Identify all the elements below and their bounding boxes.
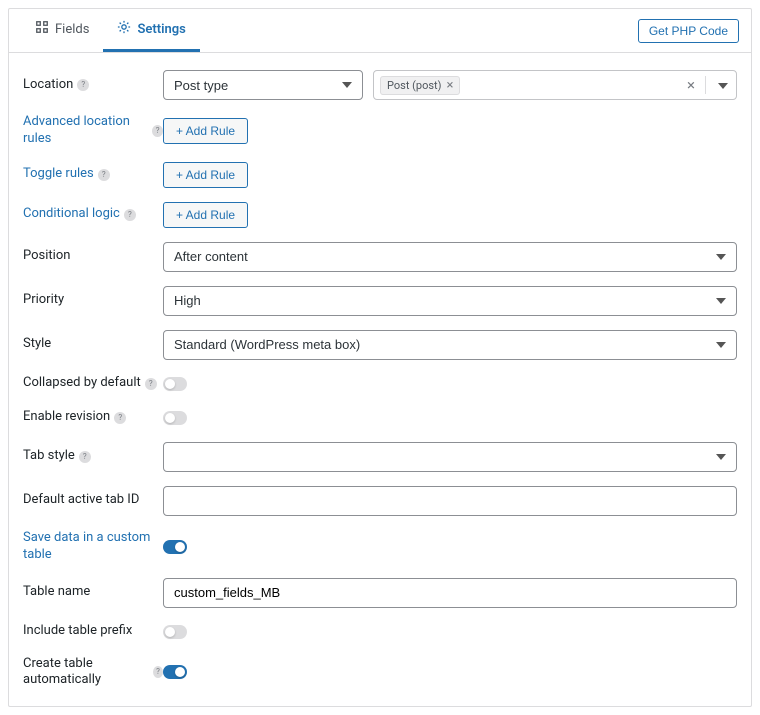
position-label: Position [23,248,163,265]
toggle-rules-link[interactable]: Toggle rules? [23,166,163,183]
help-icon[interactable]: ? [124,209,136,221]
style-select[interactable]: Standard (WordPress meta box) [163,330,737,360]
add-rule-button[interactable]: + Add Rule [163,202,248,228]
tab-style-label: Tab style? [23,448,163,465]
save-custom-toggle[interactable] [163,540,187,554]
tab-fields[interactable]: Fields [21,9,103,52]
add-rule-button[interactable]: + Add Rule [163,118,248,144]
location-label: Location? [23,77,163,94]
location-tagbox[interactable]: Post (post)× × [373,70,737,100]
tab-bar: Fields Settings Get PHP Code [9,9,751,53]
table-name-label: Table name [23,584,163,601]
default-tab-input[interactable] [163,486,737,516]
gear-icon [117,20,131,38]
table-name-input[interactable] [163,578,737,608]
default-tab-label: Default active tab ID [23,492,163,509]
save-custom-table-link[interactable]: Save data in a custom table [23,530,163,564]
tab-label: Settings [137,22,185,37]
add-rule-button[interactable]: + Add Rule [163,162,248,188]
advanced-location-rules-link[interactable]: Advanced location rules? [23,114,163,148]
collapsed-label: Collapsed by default? [23,375,163,392]
location-select[interactable]: Post type [163,70,363,100]
clear-icon[interactable]: × [687,76,695,94]
include-prefix-label: Include table prefix [23,623,163,640]
tab-label: Fields [55,22,89,37]
help-icon[interactable]: ? [114,412,126,424]
help-icon[interactable]: ? [79,451,91,463]
position-select[interactable]: After content [163,242,737,272]
help-icon[interactable]: ? [145,378,157,390]
collapsed-toggle[interactable] [163,377,187,391]
enable-revision-label: Enable revision? [23,409,163,426]
create-auto-label: Create table automatically? [23,656,163,690]
tab-settings[interactable]: Settings [103,9,199,52]
help-icon[interactable]: ? [152,125,163,137]
include-prefix-toggle[interactable] [163,625,187,639]
style-label: Style [23,336,163,353]
help-icon[interactable]: ? [98,169,110,181]
priority-label: Priority [23,292,163,309]
get-php-code-button[interactable]: Get PHP Code [638,19,739,43]
enable-revision-toggle[interactable] [163,411,187,425]
grid-icon [35,20,49,38]
conditional-logic-link[interactable]: Conditional logic? [23,206,163,223]
tag-remove-icon[interactable]: × [446,79,453,92]
create-auto-toggle[interactable] [163,665,187,679]
help-icon[interactable]: ? [77,79,89,91]
chevron-down-icon[interactable] [716,78,730,93]
help-icon[interactable]: ? [153,666,163,678]
priority-select[interactable]: High [163,286,737,316]
tab-style-select[interactable] [163,442,737,472]
location-tag: Post (post)× [380,76,460,95]
divider [705,76,706,94]
